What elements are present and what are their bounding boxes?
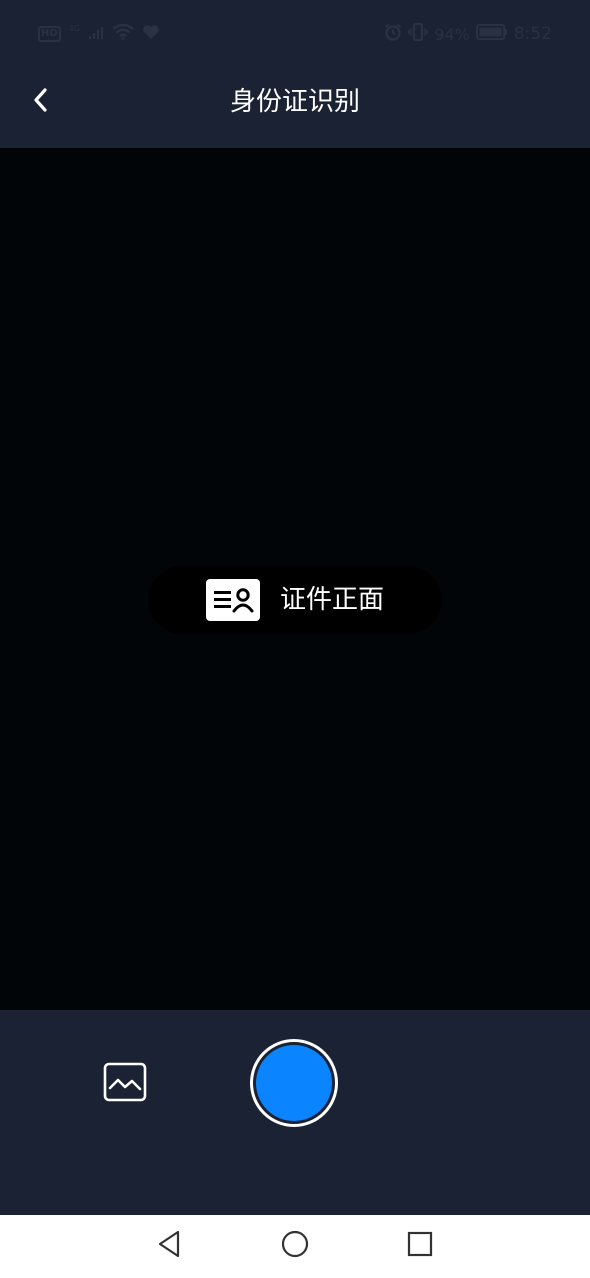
vibrate-icon <box>408 22 429 46</box>
card-hint-label: 证件正面 <box>279 585 384 615</box>
gallery-button[interactable] <box>102 1062 148 1106</box>
shutter-inner <box>256 1045 332 1121</box>
id-recognition-screen: HD 4G 94% 8:52 身份证识别 证件正面 <box>0 0 590 1278</box>
network-type-label: 4G <box>68 23 80 33</box>
gallery-icon <box>103 1062 147 1106</box>
card-side-hint: 证件正面 <box>148 566 442 634</box>
page-title: 身份证识别 <box>229 87 360 117</box>
id-card-icon <box>205 579 260 621</box>
status-bar: HD 4G 94% 8:52 <box>0 0 590 56</box>
title-bar: 身份证识别 <box>0 56 590 148</box>
nav-home-button[interactable] <box>278 1229 312 1263</box>
capture-control-panel <box>0 1010 590 1215</box>
battery-percent: 94% <box>434 24 470 44</box>
system-nav-bar <box>0 1215 590 1278</box>
battery-icon <box>475 23 508 45</box>
shutter-button[interactable] <box>250 1039 338 1127</box>
status-left-group: HD 4G <box>38 22 160 46</box>
nav-recents-icon <box>406 1230 434 1262</box>
nav-back-icon <box>155 1229 183 1263</box>
camera-viewfinder: 证件正面 <box>0 148 590 1010</box>
hd-icon: HD <box>38 26 61 42</box>
nav-recents-button[interactable] <box>403 1229 437 1263</box>
clock: 8:52 <box>513 24 552 44</box>
alarm-icon <box>384 23 402 46</box>
nav-home-icon <box>280 1229 310 1263</box>
heart-icon <box>142 24 160 44</box>
status-right-group: 94% 8:52 <box>384 22 552 46</box>
wifi-icon <box>112 23 134 44</box>
cellular-signal-icon <box>88 25 104 44</box>
nav-back-button[interactable] <box>152 1229 186 1263</box>
